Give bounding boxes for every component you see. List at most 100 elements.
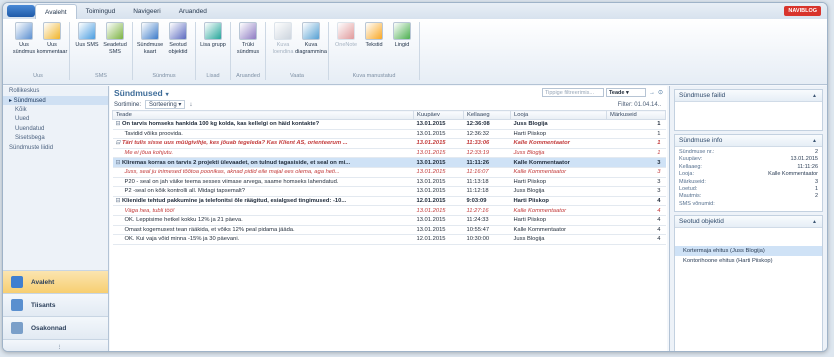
info-label: Märkuseid: <box>679 178 706 185</box>
sort-direction-icon[interactable]: ↓ <box>189 102 192 108</box>
cell-author: Kalle Kommentaator <box>510 205 607 216</box>
nav-item[interactable]: Uuendatud <box>3 124 108 134</box>
page-title[interactable]: Sündmused ▾ <box>114 88 169 98</box>
cell-date: 13.01.2015 <box>413 119 464 130</box>
nav-more-button[interactable]: ⁝ <box>3 339 108 351</box>
collapse-icon[interactable]: ▲ <box>812 93 817 99</box>
nav-section-button[interactable]: Avaleht <box>3 270 108 293</box>
panel-header[interactable]: Seotud objektid ▲ <box>675 216 822 228</box>
column-header[interactable]: Kellaaeg <box>463 110 511 120</box>
table-row[interactable]: Me ei jõua kohjutu. 13.01.2015 12:33:19 Jus… <box>112 148 666 159</box>
sms-settings-icon <box>106 22 124 40</box>
ribbon-button[interactable]: Lingid <box>389 22 415 49</box>
cell-author: Kalle Kommentaator <box>510 138 607 149</box>
nav-section-button[interactable]: Osakonnad <box>3 316 108 339</box>
nav-section-button[interactable]: Tiisants <box>3 293 108 316</box>
cell-count: 4 <box>606 225 666 236</box>
ribbon-button-label: Uus sündmus <box>12 42 36 55</box>
ribbon-button[interactable]: Tekstid <box>361 22 387 49</box>
details-pane: Sündmuse failid ▲ Sündmuse info ▲ Sündmuse… <box>669 86 827 351</box>
ribbon-button[interactable]: Seadetud SMS <box>102 22 128 55</box>
ribbon-button[interactable]: Sündmuse kaart <box>137 22 163 55</box>
texts-icon <box>365 22 383 40</box>
ribbon-button-label: Kuva diagrammina <box>295 42 327 55</box>
title-dropdown-icon[interactable]: ▾ <box>166 92 169 98</box>
tab-toimingud[interactable]: Toimingud <box>77 4 125 18</box>
search-go-icon[interactable]: → <box>649 90 655 96</box>
search-field-select[interactable]: Teade ▾ <box>605 88 646 97</box>
table-row[interactable]: P20 - seal on jah väike teema sesses vii… <box>112 177 666 188</box>
table-row[interactable]: Omast kogemusest tean rääkida, et võiks … <box>112 225 666 236</box>
table-row[interactable]: P2 -seal on kõik kontrolli all. Midagi t… <box>112 186 666 197</box>
column-header[interactable]: Märkuseid <box>606 110 666 120</box>
table-row[interactable]: Tavidid võiks proovida. 13.01.2015 12:36:3… <box>112 129 666 140</box>
collapse-icon[interactable]: ▲ <box>812 219 817 225</box>
panel-header[interactable]: Sündmuse info ▲ <box>675 135 822 147</box>
cell-time: 11:16:07 <box>463 167 511 178</box>
collapse-icon[interactable]: ▲ <box>812 138 817 144</box>
ribbon-button[interactable]: Kuva diagrammina <box>295 22 327 55</box>
info-label: SMS võnumid: <box>679 200 715 207</box>
ribbon-button[interactable]: Lisa grupp <box>200 22 226 49</box>
nav-item[interactable]: Rollikeskus <box>3 86 108 96</box>
cell-date: 13.01.2015 <box>413 225 464 236</box>
filter-indicator: Filter: 01.04.14.. <box>617 101 661 108</box>
ribbon-group-label: Vaata <box>290 73 304 79</box>
panel-header[interactable]: Sündmuse failid ▲ <box>675 90 822 102</box>
column-header[interactable]: Looja <box>510 110 607 120</box>
cell-author: Kalle Kommentaator <box>510 225 607 236</box>
tab-aruanded[interactable]: Aruanded <box>170 4 216 18</box>
ribbon-button[interactable]: OneNote <box>333 22 359 49</box>
related-object-item[interactable]: Kortermaja ehitus (Juss Blogija) <box>675 246 822 256</box>
related-objects-panel: Seotud objektid ▲ Kortermaja ehitus (Juss… <box>674 215 823 351</box>
cell-author: Harti Piiskop <box>510 177 607 188</box>
table-row[interactable]: Täri tulis sisse uus müügivihje, kes jõu… <box>112 138 666 149</box>
nav-item[interactable]: Sündmuste liidid <box>3 143 108 153</box>
ribbon-button[interactable]: Seotud objektid <box>165 22 191 55</box>
table-row[interactable]: Juss, seal ju inimesed tõõtoa poonikas, … <box>112 167 666 178</box>
app-window: Avaleht Toimingud Navigeeri Aruanded NAV… <box>2 2 828 352</box>
ribbon-button-label: Lisa grupp <box>200 42 226 48</box>
tab-navigeeri[interactable]: Navigeeri <box>124 4 169 18</box>
ribbon-button[interactable]: Kuva loendina <box>270 22 296 55</box>
info-row: Kellaaeg: 11:11:26 <box>675 164 822 171</box>
info-row: Looja: Kalle Kommentaator <box>675 171 822 178</box>
search-input[interactable]: Tippige filtreerimis... <box>541 88 604 97</box>
expand-filter-icon[interactable]: ⊙ <box>658 89 663 96</box>
section-icon <box>11 322 23 334</box>
column-header[interactable]: Kuupäev <box>413 110 464 120</box>
app-menu-button[interactable] <box>7 5 35 17</box>
ribbon-button[interactable]: Uus sündmus <box>11 22 37 55</box>
ribbon-button[interactable]: Uus SMS <box>74 22 100 49</box>
info-label: Loetud: <box>679 185 698 192</box>
table-row[interactable]: Väga hea, tubli töö! 13.01.2015 11:27:16 Ka… <box>112 205 666 216</box>
info-label: Sündmuse nr.: <box>679 149 715 155</box>
ribbon-button[interactable]: Uus kommentaar <box>37 22 67 55</box>
nav-item[interactable]: Kõik <box>3 105 108 115</box>
table-row[interactable]: OK. Kui vaja võid minna -15% ja 30 päeva… <box>112 234 666 245</box>
ribbon-tab-bar: Avaleht Toimingud Navigeeri Aruanded NAV… <box>3 3 827 19</box>
cell-time: 11:27:16 <box>463 205 511 216</box>
event-card-icon <box>141 22 159 40</box>
info-row: SMS võnumid: <box>675 201 822 208</box>
info-row: Mautmis: 2 <box>675 193 822 200</box>
nav-item[interactable]: Sisetsbega <box>3 134 108 144</box>
tab-avaleht[interactable]: Avaleht <box>35 4 77 19</box>
sort-select[interactable]: Sorteering ▾ <box>145 100 186 109</box>
list-header: Sündmused ▾ Tippige filtreerimis... Teade… <box>110 86 667 99</box>
cell-author: Kalle Kommentaator <box>510 157 607 168</box>
column-header[interactable]: Teade <box>112 110 414 120</box>
info-label: Kuupäev: <box>679 156 703 163</box>
table-row[interactable]: OK. Leppisime hetkel kokku 12% ja 21 päe… <box>112 215 666 226</box>
cell-time: 11:11:26 <box>463 157 511 168</box>
cell-date: 13.01.2015 <box>413 205 464 216</box>
table-row[interactable]: Klienidle tehtud pakkumine ja telefonits… <box>112 196 666 207</box>
related-object-item[interactable]: Kontorihoone ehitus (Harti Piiskop) <box>675 256 822 266</box>
nav-item[interactable]: ▸ Sündmused <box>3 95 108 105</box>
nav-item[interactable]: Uued <box>3 115 108 125</box>
ribbon-group: OneNote Tekstid Lingid Kuva manustatud <box>329 22 420 80</box>
ribbon-button-label: Trüki sündmus <box>236 42 260 55</box>
ribbon-button[interactable]: Trüki sündmus <box>235 22 261 55</box>
table-row[interactable]: Kliremas korras on tarvis 2 projekti üle… <box>112 157 666 168</box>
table-row[interactable]: On tarvis homseks hankida 100 kg kolda, … <box>112 119 666 130</box>
